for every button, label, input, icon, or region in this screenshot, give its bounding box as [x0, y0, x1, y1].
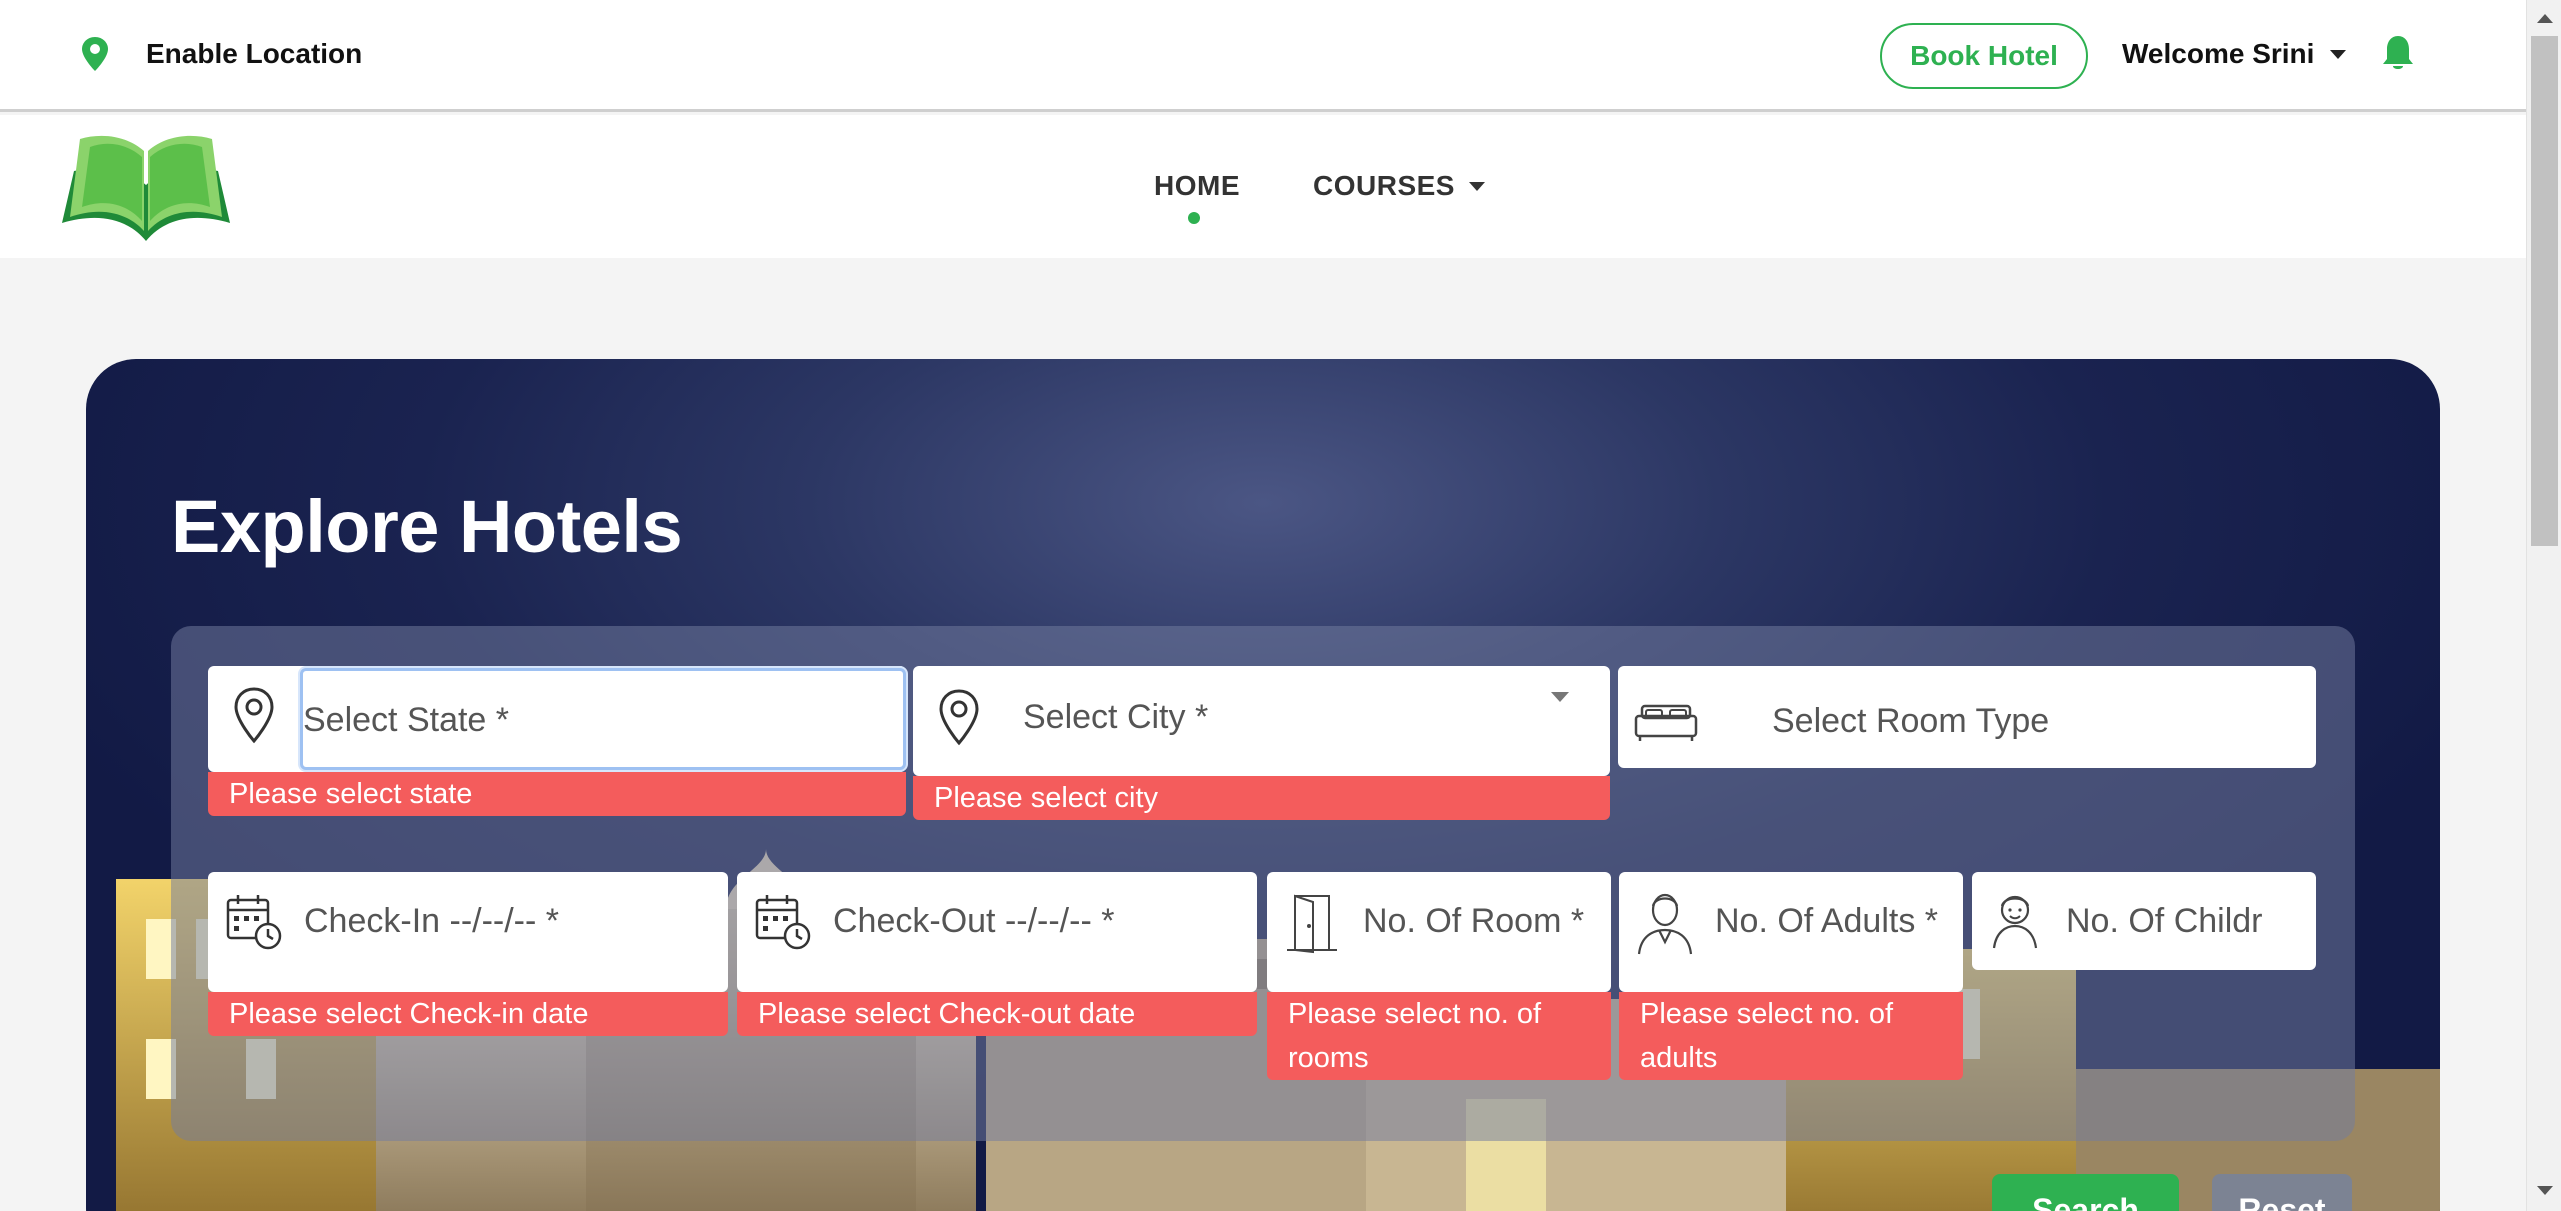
checkin-field[interactable]: Check-In --/--/-- * [208, 872, 728, 992]
adults-placeholder: No. Of Adults * [1715, 902, 1938, 940]
checkout-error: Please select Check-out date [737, 992, 1257, 1036]
hotel-search-form: Select State * Please select state Selec… [171, 626, 2355, 1141]
nav-home[interactable]: HOME [1154, 170, 1240, 202]
checkin-placeholder: Check-In --/--/-- * [304, 902, 559, 940]
adults-error: Please select no. of adults [1619, 992, 1963, 1080]
state-placeholder: Select State * [303, 701, 510, 739]
city-error: Please select city [913, 776, 1610, 820]
hero-banner: Explore Hotels Select State * Please sel… [86, 359, 2440, 1211]
checkout-placeholder: Check-Out --/--/-- * [833, 902, 1115, 940]
scroll-up-arrow-icon[interactable] [2537, 14, 2553, 23]
nav-courses-label: COURSES [1313, 170, 1455, 201]
page-scrollbar[interactable] [2526, 0, 2561, 1211]
checkout-field[interactable]: Check-Out --/--/-- * [737, 872, 1257, 992]
city-select[interactable]: Select City * [913, 666, 1610, 776]
chevron-down-icon [1468, 181, 1485, 191]
rooms-error: Please select no. of rooms [1267, 992, 1611, 1080]
bed-icon [1634, 704, 1698, 741]
bell-icon[interactable] [2381, 33, 2415, 73]
children-placeholder: No. Of Childr [2066, 902, 2263, 940]
reset-button[interactable]: Reset [2212, 1174, 2352, 1211]
rooms-field[interactable]: No. Of Room * [1267, 872, 1611, 992]
book-logo-icon[interactable] [56, 125, 236, 247]
calendar-clock-icon [755, 895, 811, 950]
room-type-placeholder: Select Room Type [1772, 702, 2050, 740]
door-icon [1287, 894, 1337, 954]
city-placeholder: Select City * [1023, 698, 1209, 736]
location-pin-icon[interactable] [80, 36, 110, 72]
children-field[interactable]: No. Of Childr [1972, 872, 2316, 970]
child-icon [1992, 895, 2038, 949]
chevron-down-icon [2330, 49, 2347, 59]
state-field: Select State * [208, 666, 906, 772]
top-utility-bar: Enable Location Book Hotel Welcome Srini [0, 0, 2526, 112]
calendar-clock-icon [226, 895, 282, 950]
nav-courses[interactable]: COURSES [1313, 170, 1485, 202]
adult-person-icon [1637, 893, 1693, 955]
enable-location-link[interactable]: Enable Location [146, 38, 362, 70]
user-menu-toggle[interactable]: Welcome Srini [2122, 38, 2347, 70]
chevron-down-icon [1551, 692, 1569, 702]
rooms-placeholder: No. Of Room * [1363, 902, 1585, 940]
main-navbar: HOME COURSES [0, 115, 2526, 258]
book-hotel-button[interactable]: Book Hotel [1880, 23, 2088, 89]
checkin-error: Please select Check-in date [208, 992, 728, 1036]
scroll-down-arrow-icon[interactable] [2537, 1186, 2553, 1195]
welcome-label: Welcome Srini [2122, 38, 2315, 69]
active-indicator [1188, 212, 1200, 224]
map-pin-icon [939, 689, 979, 746]
room-type-select[interactable]: Select Room Type [1618, 666, 2316, 768]
state-error: Please select state [208, 772, 906, 816]
scroll-thumb[interactable] [2531, 36, 2558, 546]
map-pin-icon [234, 687, 274, 744]
page-title: Explore Hotels [171, 485, 683, 568]
adults-field[interactable]: No. Of Adults * [1619, 872, 1963, 992]
state-input[interactable]: Select State * [300, 668, 906, 770]
search-button[interactable]: Search [1992, 1174, 2179, 1211]
